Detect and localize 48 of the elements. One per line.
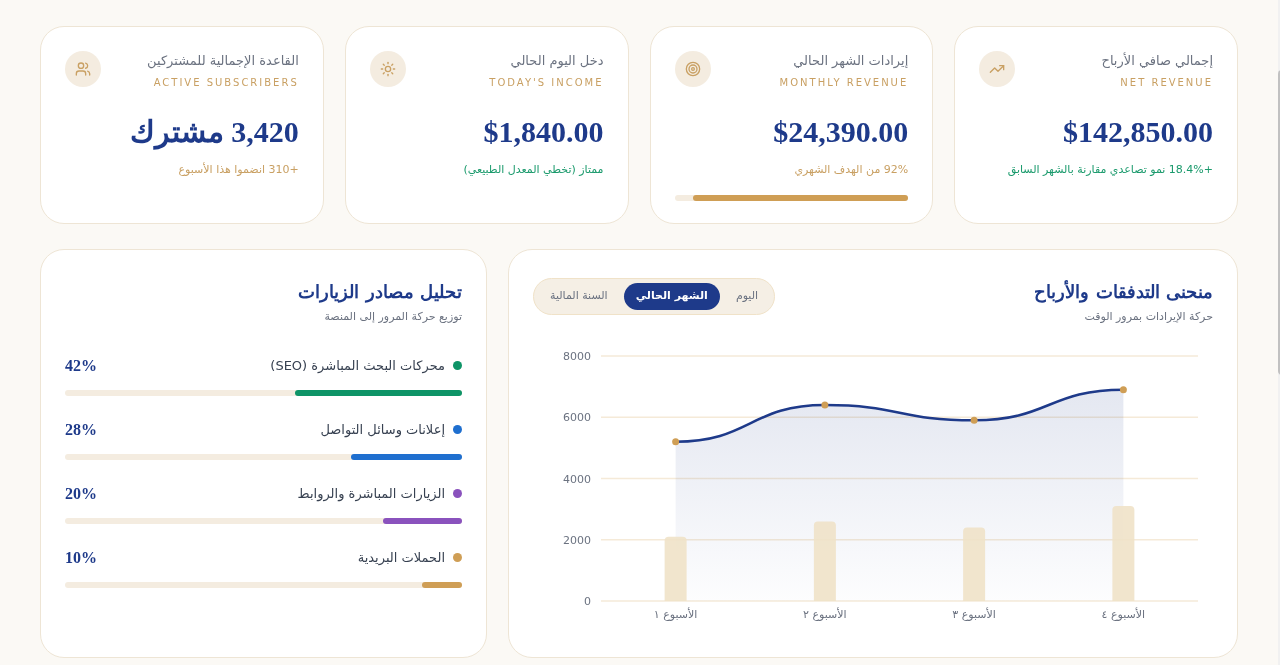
card-subtitle: ACTIVE SUBSCRIBERS (153, 76, 299, 90)
y-tick-label: 8000 (563, 349, 591, 363)
card-subtitle: TODAY'S INCOME (489, 76, 604, 90)
source-label: الحملات البريدية (357, 548, 445, 568)
x-tick-label: الأسبوع ٢ (803, 607, 847, 621)
card-value: 3,420 مشترك (128, 114, 299, 150)
period-tab[interactable]: السنة المالية (538, 283, 620, 310)
point (1119, 385, 1127, 393)
source-percent: 28% (65, 419, 97, 440)
card-value: $1,840.00 (482, 114, 604, 150)
x-tick-label: الأسبوع ١ (653, 607, 698, 621)
chart-title: منحنى التدفقات والأرباح (1034, 279, 1213, 305)
source-label: محركات البحث المباشرة (SEO) (270, 356, 445, 376)
period-tab[interactable]: الشهر الحالي (623, 283, 720, 310)
x-tick-label: الأسبوع ٤ (1101, 607, 1146, 621)
point (970, 416, 978, 424)
card-note: +310 انضموا هذا الأسبوع (177, 162, 299, 178)
y-tick-label: 2000 (563, 533, 591, 547)
target-icon (684, 61, 701, 77)
card-note: +18.4% نمو تصاعدي مقارنة بالشهر السابق (1006, 162, 1213, 178)
sun-icon (379, 61, 396, 77)
source-label: الزيارات المباشرة والروابط (297, 484, 445, 504)
source-percent: 10% (65, 547, 97, 568)
point (821, 401, 829, 408)
card-title: إيرادات الشهر الحالي (793, 52, 909, 71)
traffic-title: تحليل مصادر الزيارات (298, 280, 462, 305)
card-note: ممتاز (تخطي المعدل الطبيعي) (462, 162, 604, 178)
card-title: إجمالي صافي الأرباح (1101, 51, 1213, 71)
x-tick-label: الأسبوع ٣ (952, 607, 996, 621)
card-value: $142,850.00 (1062, 114, 1213, 150)
chart-subtitle: حركة الإيرادات بمرور الوقت (1084, 309, 1213, 325)
y-tick-label: 0 (584, 594, 591, 608)
source-percent: 20% (65, 483, 97, 504)
y-tick-label: 4000 (563, 472, 591, 485)
source-percent: 42% (65, 355, 97, 376)
card-subtitle: NET REVENUE (1120, 76, 1213, 90)
card-title: القاعدة الإجمالية للمشتركين (147, 52, 299, 71)
point (672, 437, 680, 445)
card-value: $24,390.00 (772, 114, 909, 150)
users-icon (75, 61, 91, 77)
traffic-subtitle: توزيع حركة المرور إلى المنصة (324, 309, 462, 325)
bar (664, 536, 687, 601)
card-title: دخل اليوم الحالي (510, 52, 604, 71)
source-label: إعلانات وسائل التواصل (320, 420, 445, 440)
card-note: 92% من الهدف الشهري (793, 162, 909, 178)
y-tick-label: 6000 (563, 410, 591, 424)
period-tab[interactable]: اليوم (723, 283, 771, 310)
card-subtitle: MONTHLY REVENUE (779, 76, 909, 90)
